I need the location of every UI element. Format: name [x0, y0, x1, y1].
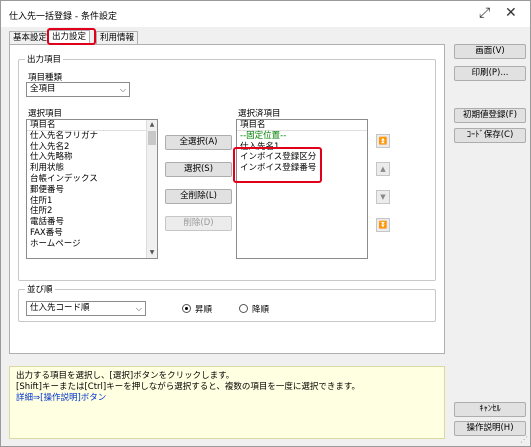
sort-group-label: 並び順: [25, 283, 55, 295]
hint-panel: 出力する項目を選択し、[選択]ボタンをクリックします。 [Shift]キーまたは…: [9, 366, 445, 439]
chevron-down-icon: ⌵: [135, 304, 142, 313]
scroll-down-icon[interactable]: ▼: [147, 248, 157, 258]
save-code-button[interactable]: ｺｰﾄﾞ保存(C): [454, 128, 526, 143]
tab-output[interactable]: 出力設定: [48, 30, 91, 45]
sort-order-value: 仕入先コード順: [30, 303, 90, 313]
list-item[interactable]: 住所1: [27, 196, 157, 207]
move-down-icon[interactable]: ▼: [376, 190, 390, 204]
hint-line-2: [Shift]キーまたは[Ctrl]キーを押しながら選択すると、複数の項目を一度…: [16, 382, 361, 392]
select-button[interactable]: 選択(S): [165, 162, 232, 177]
list-item[interactable]: 仕入先名2: [27, 142, 157, 153]
print-button[interactable]: 印刷(P)...: [454, 66, 526, 81]
fixed-position-separator: --固定位置--: [240, 130, 287, 141]
close-icon[interactable]: ✕: [505, 5, 517, 21]
tab-panel: 出力項目 項目種類 全項目 ⌵ 選択項目 項目名 仕入先名フリガナ 仕入先名2 …: [9, 44, 445, 354]
move-up-icon[interactable]: ▲: [376, 162, 390, 176]
ascending-radio[interactable]: [182, 304, 191, 313]
scroll-thumb[interactable]: [148, 131, 156, 145]
descending-label[interactable]: 降順: [252, 303, 269, 315]
descending-radio[interactable]: [239, 304, 248, 313]
dialog-window: 仕入先一括登録 - 条件設定 ⤢ ✕ 基本設定 出力設定 利用情報 出力項目 項…: [0, 0, 531, 447]
list-item[interactable]: 仕入先名フリガナ: [27, 131, 157, 142]
selected-items-label: 選択済項目: [238, 109, 281, 119]
help-button[interactable]: 操作説明(H): [454, 421, 526, 436]
list-item[interactable]: 郵便番号: [27, 185, 157, 196]
list-item: 項目名: [27, 120, 157, 131]
list-item[interactable]: 電話番号: [27, 217, 157, 228]
list-item[interactable]: 仕入先名1: [237, 142, 367, 153]
resize-grip-icon[interactable]: ⋰: [520, 435, 528, 444]
ascending-label[interactable]: 昇順: [195, 303, 212, 315]
output-items-group-label: 出力項目: [25, 53, 64, 65]
list-item: 項目名: [237, 120, 367, 131]
list-item[interactable]: インボイス登録番号: [237, 163, 367, 174]
move-top-icon[interactable]: ⏫: [376, 134, 390, 148]
selected-items-list[interactable]: 項目名 --固定位置-- 仕入先名1 インボイス登録区分 インボイス登録番号: [236, 119, 368, 259]
select-all-button[interactable]: 全選択(A): [165, 135, 232, 150]
list-item[interactable]: 台帳インデックス: [27, 174, 157, 185]
available-items-list[interactable]: 項目名 仕入先名フリガナ 仕入先名2 仕入先略称 利用状態 台帳インデックス 郵…: [26, 119, 158, 259]
list-item[interactable]: 住所2: [27, 206, 157, 217]
window-title: 仕入先一括登録 - 条件設定: [9, 12, 117, 22]
chevron-down-icon: ⌵: [119, 85, 126, 94]
screen-button[interactable]: 画面(V): [454, 44, 526, 59]
available-items-label: 選択項目: [28, 109, 63, 119]
title-bar: 仕入先一括登録 - 条件設定 ⤢ ✕: [1, 1, 530, 27]
cancel-button[interactable]: ｷｬﾝｾﾙ: [454, 402, 526, 417]
list-item[interactable]: 利用状態: [27, 163, 157, 174]
tab-usage[interactable]: 利用情報: [96, 31, 139, 44]
tab-basic[interactable]: 基本設定: [9, 31, 52, 44]
item-type-select[interactable]: 全項目 ⌵: [26, 82, 130, 97]
available-list-scrollbar[interactable]: ▲ ▼: [146, 120, 157, 258]
list-item[interactable]: インボイス登録区分: [237, 152, 367, 163]
register-default-button[interactable]: 初期値登録(F): [454, 108, 526, 123]
sort-order-select[interactable]: 仕入先コード順 ⌵: [26, 301, 146, 316]
scroll-up-icon[interactable]: ▲: [147, 120, 157, 130]
list-item[interactable]: ホームページ: [27, 239, 157, 250]
hint-help-link[interactable]: 詳細⇒[操作説明]ボタン: [16, 393, 438, 404]
deselect-all-button[interactable]: 全削除(L): [165, 189, 232, 204]
list-item[interactable]: FAX番号: [27, 228, 157, 239]
move-bottom-icon[interactable]: ⏬: [376, 218, 390, 232]
maximize-icon[interactable]: ⤢: [479, 5, 490, 21]
item-type-value: 全項目: [30, 84, 56, 94]
hint-line-1: 出力する項目を選択し、[選択]ボタンをクリックします。: [16, 371, 235, 381]
delete-button[interactable]: 削除(D): [165, 216, 232, 231]
list-item[interactable]: 仕入先略称: [27, 152, 157, 163]
